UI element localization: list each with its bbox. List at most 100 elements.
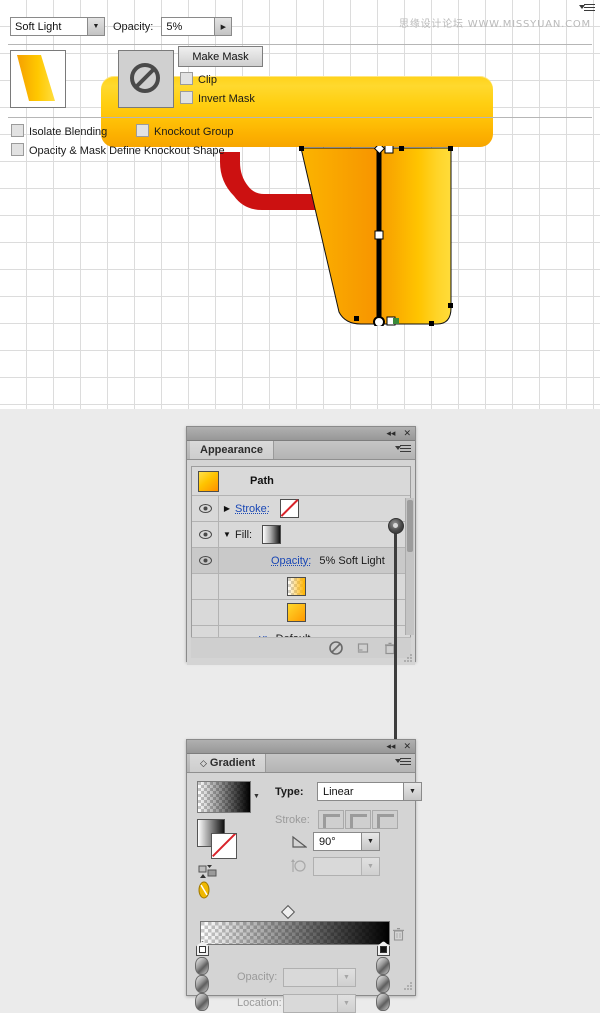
gradient-opacity-input[interactable]: ▼ — [283, 968, 356, 987]
gradient-tool-icon[interactable] — [197, 881, 211, 899]
appearance-scrollbar[interactable] — [405, 498, 414, 635]
stroke-indicator[interactable] — [211, 833, 237, 859]
chevron-down-icon[interactable]: ▼ — [219, 530, 235, 539]
gradient-angle-input[interactable]: 90° ▼ — [313, 832, 380, 851]
chevron-down-icon[interactable]: ▼ — [87, 18, 104, 35]
gradient-aspect-input[interactable]: ▼ — [313, 857, 380, 876]
gradient-fill-stroke-toggle-icon[interactable] — [198, 865, 220, 881]
orange-swatch[interactable] — [287, 603, 306, 622]
appearance-attribute-list[interactable]: Path ▶ Stroke: ▼ Fill: Opacity: 5% Soft … — [191, 466, 411, 638]
make-mask-button[interactable]: Make Mask — [178, 46, 263, 67]
appearance-row-stroke[interactable]: ▶ Stroke: — [192, 496, 410, 522]
fill-label[interactable]: Fill: — [235, 529, 252, 541]
chevron-down-icon[interactable]: ▼ — [361, 833, 379, 850]
panel-connector-knob[interactable] — [388, 518, 404, 534]
gradient-stop-strip[interactable] — [195, 957, 209, 975]
isolate-blending-checkbox[interactable] — [11, 124, 24, 137]
close-icon[interactable]: ✕ — [403, 742, 411, 751]
knockout-group-label: Knockout Group — [154, 126, 234, 138]
stroke-type-2-button[interactable] — [345, 810, 371, 829]
appearance-row-orange[interactable] — [192, 600, 410, 626]
blend-mode-select[interactable]: Soft Light ▼ — [10, 17, 105, 36]
collapse-icon[interactable]: ◂◂ — [386, 429, 395, 438]
gradient-stop-strip[interactable] — [195, 993, 209, 1011]
chevron-down-icon[interactable]: ▼ — [253, 793, 260, 800]
opacity-value: 5% — [166, 21, 182, 33]
panel-menu-icon[interactable] — [397, 758, 411, 768]
object-thumbnail — [198, 471, 219, 492]
no-mask-thumbnail[interactable] — [118, 50, 174, 108]
eye-icon[interactable] — [192, 555, 218, 567]
appearance-panel[interactable]: ◂◂ ✕ Appearance Path ▶ Stroke: ▼ Fill: O… — [186, 426, 416, 662]
chevron-right-icon[interactable]: ▶ — [219, 504, 235, 513]
gradient-angle-value: 90° — [319, 836, 336, 848]
opacity-value[interactable]: 5% Soft Light — [319, 555, 384, 567]
knockout-shape-row[interactable]: Opacity & Mask Define Knockout Shape — [11, 143, 225, 157]
diamond-icon: ◇ — [200, 758, 207, 768]
eye-icon[interactable] — [192, 529, 218, 541]
gradient-stop-end[interactable] — [377, 941, 388, 954]
stroke-label[interactable]: Stroke: — [235, 503, 270, 515]
gradient-stop-strip[interactable] — [376, 993, 390, 1011]
invert-mask-checkbox-row: Invert Mask — [180, 91, 255, 105]
chevron-down-icon[interactable]: ▼ — [361, 858, 379, 875]
appearance-object-row[interactable]: Path — [192, 467, 410, 496]
clip-checkbox-row: Clip — [180, 72, 217, 86]
tab-appearance[interactable]: Appearance — [190, 441, 274, 459]
panel-menu-icon[interactable] — [397, 445, 411, 455]
resize-grip-icon[interactable] — [403, 653, 413, 663]
gradient-tabrow: ◇ Gradient — [187, 754, 415, 773]
angle-icon — [292, 835, 307, 848]
gradient-stop-strip[interactable] — [195, 975, 209, 993]
chevron-down-icon[interactable]: ▼ — [337, 995, 355, 1012]
appearance-row-fill[interactable]: ▼ Fill: — [192, 522, 410, 548]
delete-stop-icon[interactable] — [392, 927, 405, 942]
close-icon[interactable]: ✕ — [403, 429, 411, 438]
gradient-stop-strip[interactable] — [376, 975, 390, 993]
gradient-slider-bar[interactable] — [200, 921, 390, 945]
gradient-stop-start[interactable] — [196, 941, 207, 954]
knockout-shape-checkbox[interactable] — [11, 143, 24, 156]
panel-connector-line — [394, 524, 397, 760]
appearance-footer[interactable] — [191, 637, 411, 658]
eye-icon[interactable] — [192, 503, 218, 515]
tab-gradient[interactable]: ◇ Gradient — [190, 754, 266, 772]
none-swatch[interactable] — [280, 499, 299, 518]
gradient-stop-strip[interactable] — [376, 957, 390, 975]
collapse-icon[interactable]: ◂◂ — [386, 742, 395, 751]
appearance-titlebar[interactable]: ◂◂ ✕ — [187, 427, 415, 441]
panel-menu-icon[interactable] — [581, 4, 595, 14]
artwork-thumbnail[interactable] — [10, 50, 66, 108]
appearance-row-opacity[interactable]: Opacity: 5% Soft Light — [192, 548, 410, 574]
invert-mask-label: Invert Mask — [198, 93, 255, 105]
chevron-down-icon[interactable]: ▼ — [337, 969, 355, 986]
gradient-midpoint-marker[interactable] — [281, 905, 295, 919]
isolate-blending-row[interactable]: Isolate Blending — [11, 124, 107, 138]
clip-label: Clip — [198, 74, 217, 86]
duplicate-icon[interactable] — [356, 641, 370, 655]
knockout-group-checkbox[interactable] — [136, 124, 149, 137]
stroke-type-3-button[interactable] — [372, 810, 398, 829]
gradient-opacity-label: Opacity: — [237, 971, 277, 983]
gradient-panel[interactable]: ◂◂ ✕ ◇ Gradient ▼ Type: Linear ▼ Stroke:… — [186, 739, 416, 996]
opacity-label: Opacity: — [113, 21, 153, 33]
gradient-swatch[interactable] — [262, 525, 281, 544]
artboard-canvas[interactable]: 思缘设计论坛 WWW.MISSYUAN.COM — [0, 0, 600, 409]
grip-shape-selected[interactable] — [299, 146, 459, 326]
gradient-type-select[interactable]: Linear ▼ — [317, 782, 422, 801]
aspect-ratio-icon — [291, 859, 307, 873]
gradient-location-input[interactable]: ▼ — [283, 994, 356, 1013]
isolate-blending-label: Isolate Blending — [29, 126, 107, 138]
chevron-right-icon[interactable]: ▶ — [214, 18, 231, 35]
no-effect-icon[interactable] — [329, 641, 343, 655]
gradient-titlebar[interactable]: ◂◂ ✕ — [187, 740, 415, 754]
opacity-label[interactable]: Opacity: — [271, 555, 311, 567]
opacity-input[interactable]: 5% ▶ — [161, 17, 232, 36]
resize-grip-icon[interactable] — [403, 981, 413, 991]
appearance-row-fade[interactable] — [192, 574, 410, 600]
fade-swatch[interactable] — [287, 577, 306, 596]
gradient-preview-swatch[interactable] — [197, 781, 251, 813]
knockout-group-row[interactable]: Knockout Group — [136, 124, 234, 138]
chevron-down-icon[interactable]: ▼ — [403, 783, 421, 800]
stroke-type-1-button[interactable] — [318, 810, 344, 829]
